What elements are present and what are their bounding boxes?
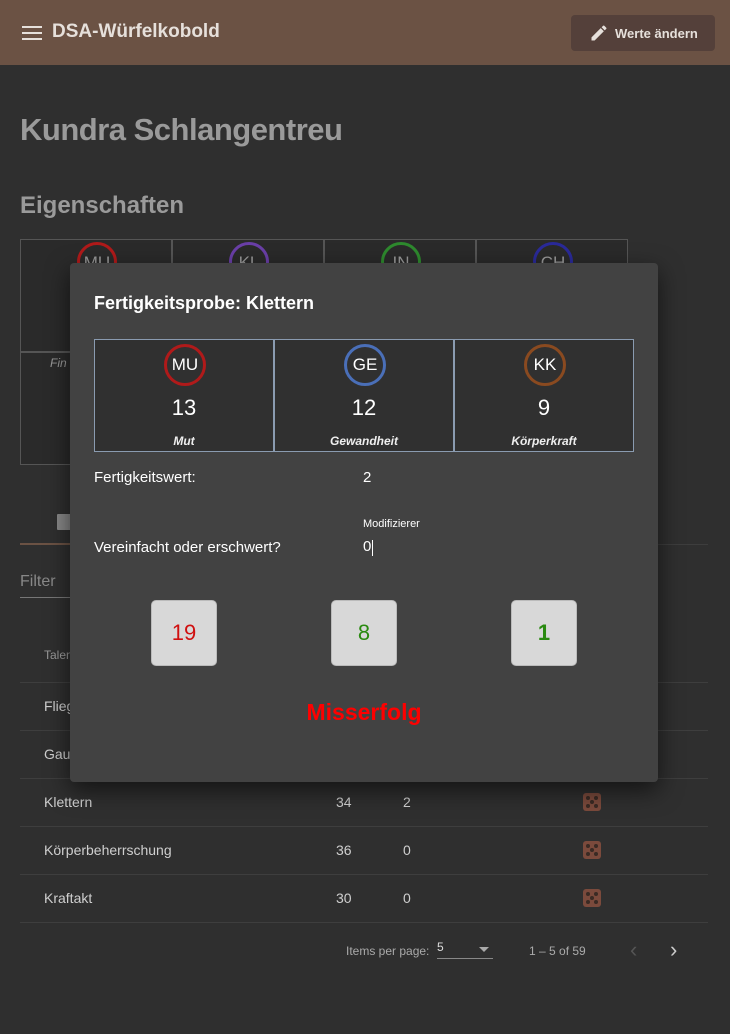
- skill-value-label: Fertigkeitswert:: [94, 469, 196, 486]
- skill-name: Körperbeherrschung: [44, 842, 172, 858]
- menu-icon[interactable]: [22, 23, 42, 41]
- attribute-sub-label: Fin: [50, 356, 67, 370]
- attribute-value: 9: [537, 395, 551, 420]
- skill-value: 2: [363, 469, 372, 486]
- edit-values-label: Werte ändern: [615, 25, 698, 41]
- attribute-name: Mut: [173, 434, 195, 448]
- modifier-field-label: Modifizierer: [363, 518, 420, 530]
- items-per-page-label: Items per page:: [346, 944, 430, 958]
- attribute-value: 13: [171, 395, 197, 420]
- edit-values-button[interactable]: Werte ändern: [571, 15, 715, 51]
- column-header-name[interactable]: Talen: [44, 648, 73, 662]
- dropdown-arrow-icon: [479, 947, 489, 952]
- pencil-icon: [591, 25, 607, 41]
- probe-attribute-kk: KK 9 Körperkraft: [454, 339, 634, 452]
- skill-check-dialog: Fertigkeitsprobe: Klettern MU 13 Mut GE …: [70, 263, 658, 782]
- app-toolbar: DSA-Würfelkobold Werte ändern: [0, 0, 730, 65]
- page-size-select[interactable]: 5: [437, 940, 493, 959]
- dice-icon[interactable]: [583, 889, 601, 907]
- skill-name: Kraftakt: [44, 890, 93, 906]
- die-result-3[interactable]: 1: [511, 600, 577, 666]
- dialog-title: Fertigkeitsprobe: Klettern: [94, 293, 315, 313]
- attribute-badge: MU: [164, 344, 206, 386]
- attribute-badge: KK: [524, 344, 566, 386]
- attribute-value: 12: [351, 395, 377, 420]
- table-row[interactable]: Körperbeherrschung 36 0: [20, 827, 708, 875]
- probe-attribute-ge: GE 12 Gewandheit: [274, 339, 454, 452]
- dice-icon[interactable]: [583, 793, 601, 811]
- chevron-right-icon[interactable]: ›: [670, 939, 677, 961]
- skill-name: Klettern: [44, 794, 93, 810]
- table-row[interactable]: Klettern 34 2: [20, 779, 708, 827]
- page-size-value: 5: [437, 940, 444, 954]
- skill-name: Gau: [44, 746, 71, 762]
- skill-fw: 0: [403, 842, 411, 858]
- modifier-input[interactable]: [363, 538, 463, 555]
- die-result-2[interactable]: 8: [331, 600, 397, 666]
- attribute-badge: GE: [344, 344, 386, 386]
- text-caret: [372, 540, 373, 556]
- modifier-question-label: Vereinfacht oder erschwert?: [94, 539, 281, 556]
- skill-value: 36: [336, 842, 352, 858]
- probe-attributes: MU 13 Mut GE 12 Gewandheit KK 9 Körperkr…: [94, 339, 634, 452]
- check-result: Misserfolg: [306, 699, 422, 725]
- attribute-name: Gewandheit: [329, 434, 398, 448]
- skill-fw: 0: [403, 890, 411, 906]
- skill-value: 30: [336, 890, 352, 906]
- chevron-left-icon[interactable]: ‹: [630, 939, 637, 961]
- probe-attribute-mu: MU 13 Mut: [94, 339, 274, 452]
- die-result-1[interactable]: 19: [151, 600, 217, 666]
- character-name: Kundra Schlangentreu: [20, 112, 343, 147]
- page-range-label: 1 – 5 of 59: [529, 944, 586, 958]
- skill-fw: 2: [403, 794, 411, 810]
- dice-icon[interactable]: [583, 841, 601, 859]
- paginator: Items per page: 5 1 – 5 of 59 ‹ ›: [20, 930, 708, 972]
- book-icon[interactable]: [57, 514, 71, 530]
- attribute-name: Körperkraft: [511, 434, 577, 448]
- attributes-section-title: Eigenschaften: [20, 192, 185, 219]
- skill-value: 34: [336, 794, 352, 810]
- app-title: DSA-Würfelkobold: [52, 21, 220, 42]
- table-row[interactable]: Kraftakt 30 0: [20, 875, 708, 923]
